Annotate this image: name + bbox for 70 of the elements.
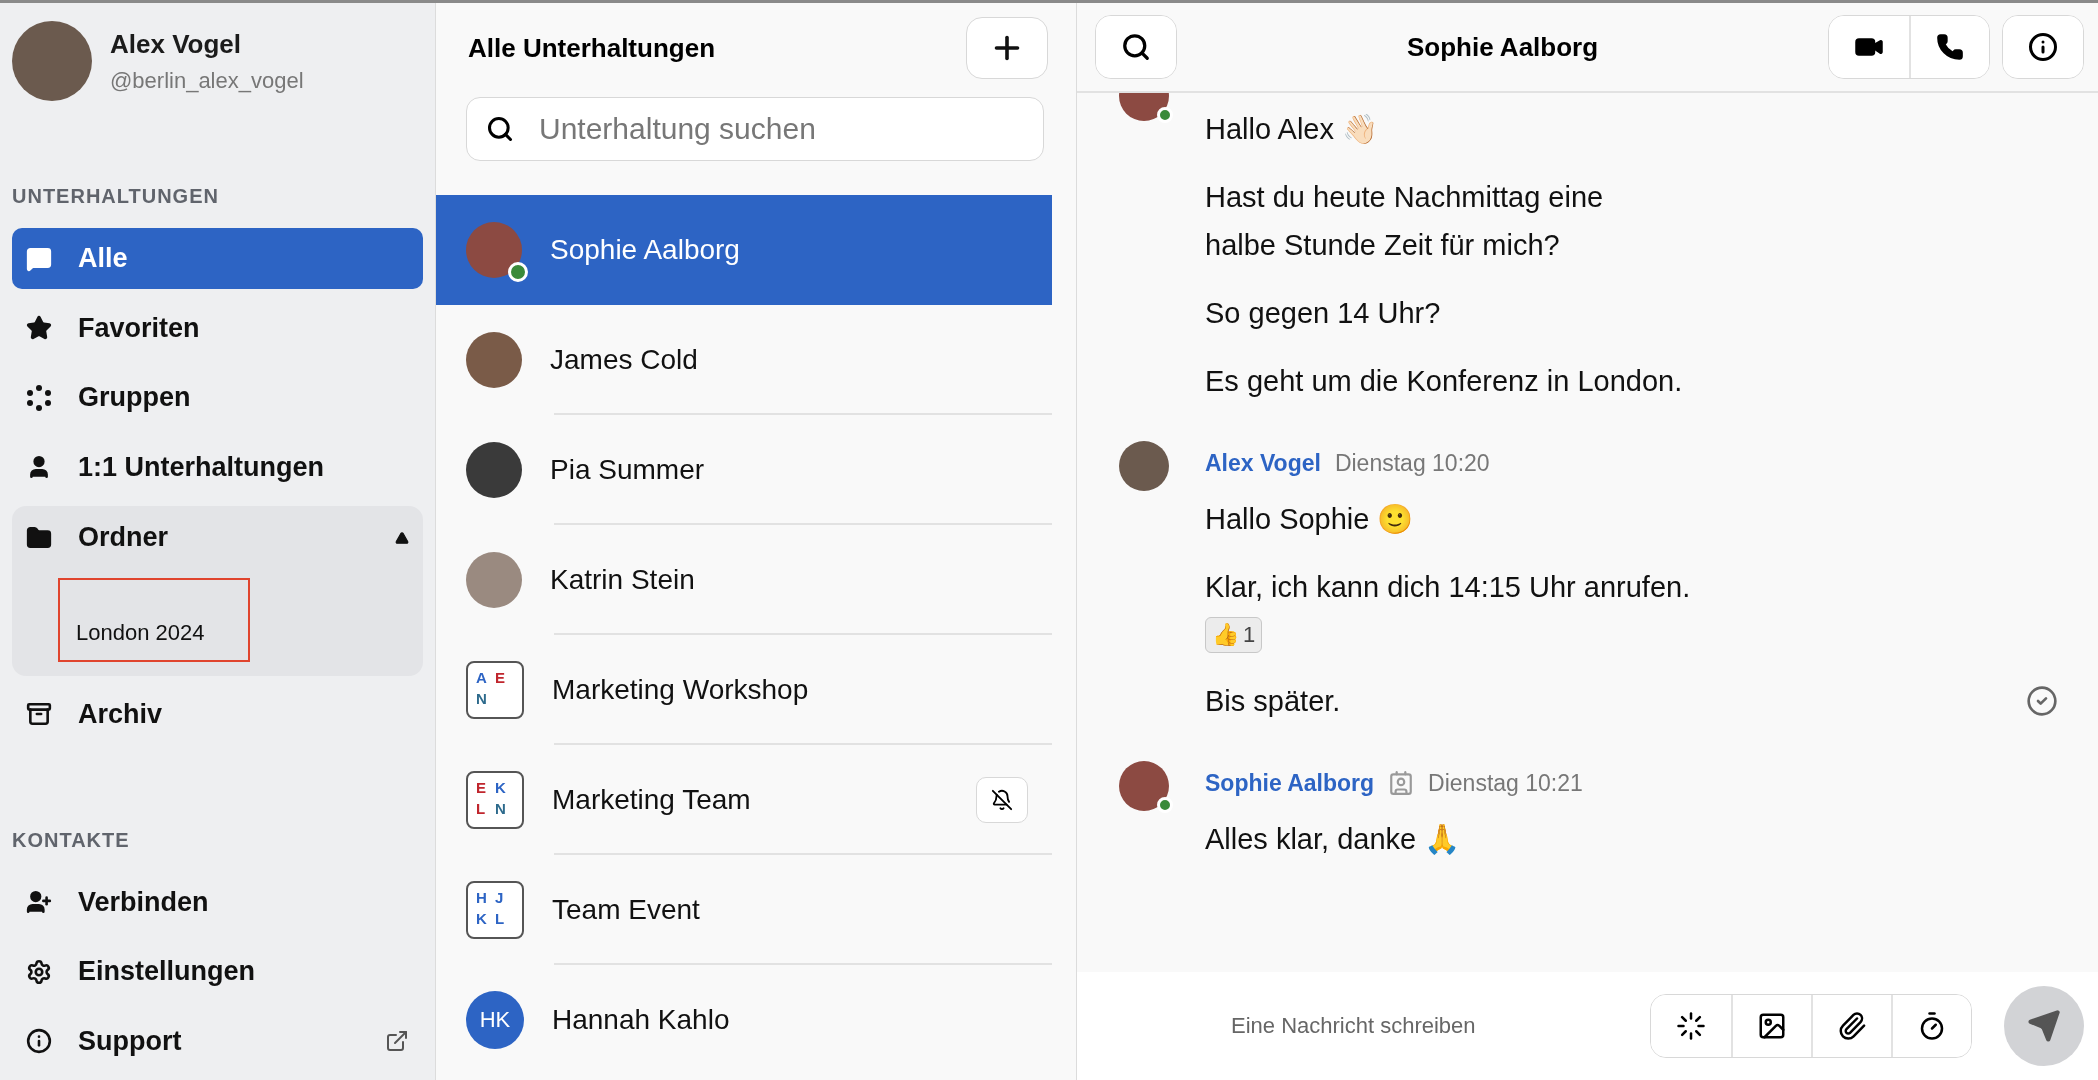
- mute-button[interactable]: [976, 777, 1028, 823]
- sidebar-item[interactable]: 1:1 Unterhaltungen: [12, 436, 423, 498]
- sidebar-item[interactable]: Gruppen: [12, 366, 423, 429]
- chat-title: Sophie Aalborg: [1405, 31, 1600, 63]
- muted-bell-icon: [991, 789, 1013, 811]
- sparkle-icon: [1676, 1011, 1706, 1041]
- initials-avatar: HK: [466, 991, 524, 1049]
- avatar-photo-placeholder: [466, 332, 522, 388]
- conversation-item[interactable]: Katrin Stein: [436, 525, 1052, 635]
- message-text: Alles klar, danke 🙏: [1205, 822, 1461, 857]
- profile-handle: @berlin_alex_vogel: [110, 67, 304, 94]
- message-author[interactable]: Sophie Aalborg: [1205, 769, 1375, 797]
- sidebar-item[interactable]: Support: [12, 1010, 423, 1072]
- conversation-item[interactable]: H J K L Team Event: [436, 855, 1052, 965]
- search-field[interactable]: Unterhaltung suchen: [466, 97, 1044, 161]
- send-icon: [2027, 1009, 2061, 1043]
- gear-icon: [26, 958, 52, 985]
- message-author[interactable]: Alex Vogel: [1205, 449, 1321, 477]
- message-time: Dienstag 10:21: [1428, 769, 1583, 797]
- message-text: Hallo Alex 👋🏻: [1205, 112, 1378, 147]
- message-text: Hast du heute Nachmittag eine halbe Stunde Zeit für mich?: [1205, 180, 1604, 263]
- group-avatar: E K L N: [466, 771, 524, 829]
- search-icon: [1121, 32, 1151, 62]
- paperclip-icon: [1837, 1011, 1867, 1041]
- conversation-item[interactable]: James Cold: [436, 305, 1052, 415]
- avatar-photo-placeholder: [466, 442, 522, 498]
- sidebar-item[interactable]: Ordner: [12, 505, 423, 570]
- sidebar-item[interactable]: Favoriten: [12, 297, 423, 359]
- message-text: Hallo Sophie 🙂: [1205, 502, 1414, 537]
- caret-icon[interactable]: [395, 530, 409, 545]
- message-time: Dienstag 10:20: [1334, 449, 1490, 477]
- folder-item[interactable]: London 2024: [58, 577, 250, 662]
- message-text: Es geht um die Konferenz in London.: [1205, 364, 1683, 399]
- sidebar-item[interactable]: Verbinden: [12, 871, 423, 934]
- group-avatar: A E N: [466, 661, 524, 719]
- folder-icon: [26, 524, 52, 551]
- person-add-icon: [26, 889, 52, 916]
- message-input[interactable]: Eine Nachricht schreiben: [1229, 1012, 1618, 1040]
- info-icon: [26, 1028, 52, 1055]
- conversation-item[interactable]: HK Hannah Kahlo: [436, 965, 1052, 1075]
- call-button[interactable]: [1909, 16, 1989, 78]
- chat-icon: [26, 245, 52, 272]
- message-text: Klar, ich kann dich 14:15 Uhr anrufen.: [1205, 570, 1691, 605]
- info-button[interactable]: [2003, 16, 2083, 78]
- search-button[interactable]: [1096, 16, 1176, 78]
- star-icon: [26, 315, 52, 342]
- timer-button[interactable]: [1891, 995, 1971, 1057]
- avatar-photo-placeholder: [1119, 441, 1169, 491]
- info-icon: [2028, 32, 2058, 62]
- conversation-item[interactable]: E K L N Marketing Team: [436, 745, 1052, 855]
- conversation-item[interactable]: Pia Summer: [436, 415, 1052, 525]
- avatar-photo-placeholder: [466, 552, 522, 608]
- conversation-item[interactable]: Sophie Aalborg: [436, 195, 1052, 305]
- sidebar-item[interactable]: Einstellungen: [12, 941, 423, 1003]
- section-title: UNTERHALTUNGEN: [12, 185, 220, 208]
- new-conversation-button[interactable]: [966, 17, 1048, 79]
- section-title: KONTAKTE: [12, 828, 131, 852]
- message-text: Bis später.: [1205, 684, 1341, 719]
- reaction-chip[interactable]: 👍 1: [1205, 617, 1263, 653]
- list-title: Alle Unterhaltungen: [468, 32, 715, 64]
- message-text: So gegen 14 Uhr?: [1205, 296, 1441, 331]
- group-avatar: H J K L: [466, 881, 524, 939]
- image-icon: [1757, 1011, 1787, 1041]
- phone-icon: [1936, 33, 1964, 61]
- sidebar-item[interactable]: Alle: [12, 228, 423, 290]
- archive-icon: [26, 701, 52, 728]
- profile-name: Alex Vogel: [110, 28, 242, 60]
- sidebar-item[interactable]: Archiv: [12, 683, 423, 746]
- dots-icon: [26, 384, 52, 411]
- conversation-item[interactable]: A E N Marketing Workshop: [436, 635, 1052, 745]
